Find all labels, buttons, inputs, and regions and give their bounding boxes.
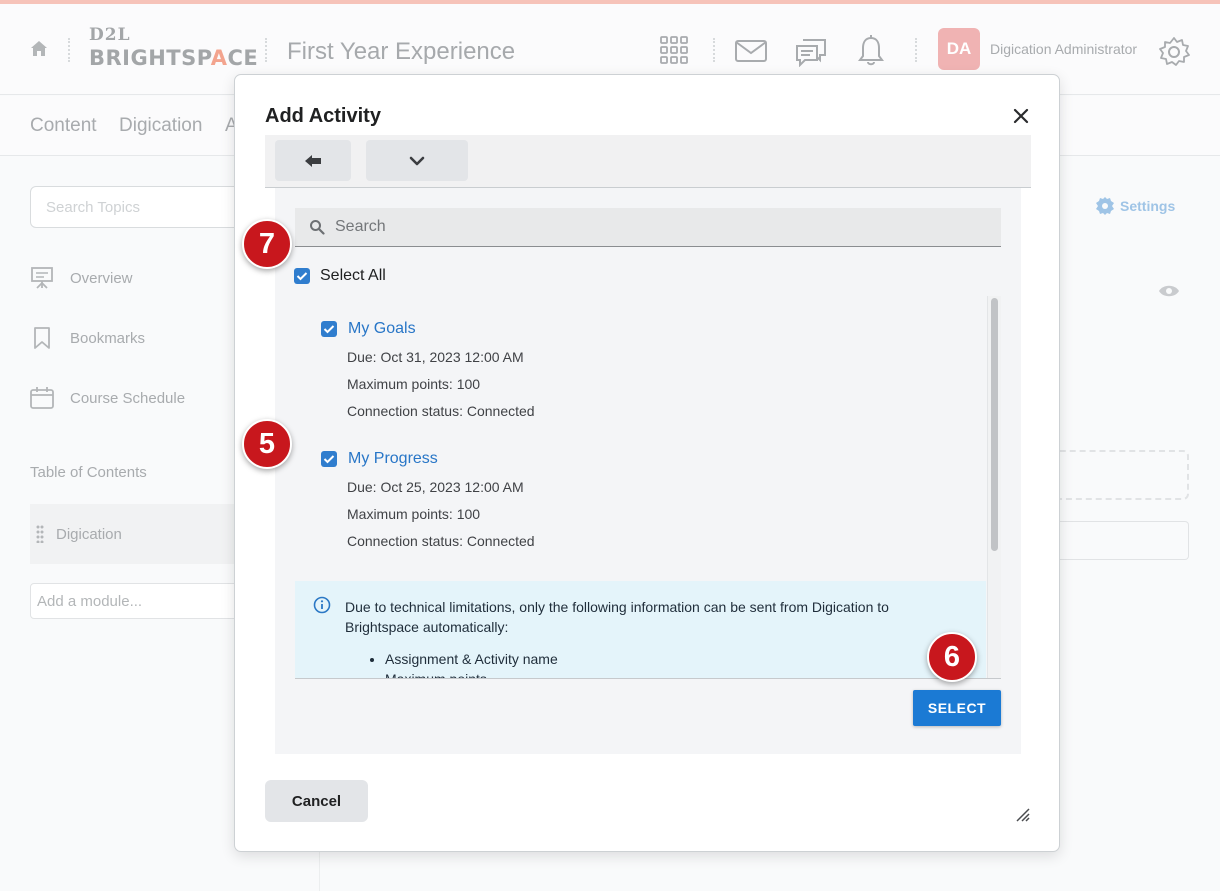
avatar[interactable]: DA: [938, 28, 980, 70]
step-badge-7: 7: [242, 219, 292, 269]
activity-max-points: Maximum points: 100: [347, 506, 481, 522]
info-text: Due to technical limitations, only the f…: [345, 599, 889, 635]
settings-label: Settings: [1120, 198, 1176, 214]
activity-checkbox[interactable]: [321, 321, 337, 337]
nav-item-content[interactable]: Content: [30, 115, 97, 137]
step-badge-5: 5: [242, 419, 292, 469]
info-notice: Due to technical limitations, only the f…: [295, 581, 986, 678]
select-all-checkbox[interactable]: Select All: [294, 267, 386, 285]
table-of-contents-label[interactable]: Table of Contents: [30, 464, 147, 481]
checkmark-icon: [323, 455, 335, 464]
back-button[interactable]: [275, 140, 351, 181]
course-title[interactable]: First Year Experience: [287, 38, 515, 66]
checkmark-icon: [323, 325, 335, 334]
logo-d2l: D2L: [89, 25, 131, 45]
sidebar-item-label: Overview: [70, 269, 133, 287]
user-name[interactable]: Digication Administrator: [990, 41, 1137, 57]
select-button[interactable]: SELECT: [913, 690, 1001, 726]
info-list: Assignment & Activity name Maximum point…: [367, 649, 558, 678]
activity-due-date: Due: Oct 25, 2023 12:00 AM: [347, 479, 524, 495]
visibility-eye-icon[interactable]: [1158, 284, 1180, 298]
activity-title-link[interactable]: My Progress: [348, 450, 438, 468]
header-divider: [713, 38, 715, 62]
notifications-bell-icon[interactable]: [858, 35, 884, 67]
step-badge-6: 6: [927, 632, 977, 682]
activity-picker-panel: Search Select All My Goals Due: Oct 31, …: [275, 188, 1021, 754]
bookmark-icon: [34, 327, 50, 349]
logo-brightspace: BRIGHTSPACE: [89, 46, 259, 70]
sidebar-item-bookmarks[interactable]: Bookmarks: [30, 326, 145, 350]
nav-item-digication[interactable]: Digication: [119, 115, 202, 137]
list-scrollbar-thumb[interactable]: [991, 298, 998, 551]
sidebar-item-label: Bookmarks: [70, 329, 146, 347]
header-divider: [265, 38, 267, 62]
activity-title-link[interactable]: My Goals: [348, 320, 416, 338]
back-arrow-icon: [305, 154, 321, 167]
discussions-icon[interactable]: [795, 37, 827, 67]
dialog-title: Add Activity: [265, 105, 381, 127]
search-icon: [310, 220, 325, 235]
search-placeholder: Search: [335, 218, 386, 235]
activity-list[interactable]: My Goals Due: Oct 31, 2023 12:00 AM Maxi…: [295, 296, 1001, 679]
gear-icon[interactable]: [1158, 36, 1190, 68]
module-name: Digication: [56, 525, 122, 543]
info-list-item: Assignment & Activity name: [385, 649, 558, 669]
header-divider: [68, 38, 70, 62]
close-icon[interactable]: [1011, 106, 1031, 126]
dropdown-button[interactable]: [366, 140, 468, 181]
activity-checkbox[interactable]: [321, 451, 337, 467]
calendar-icon: [30, 387, 54, 409]
activity-search-input[interactable]: Search: [295, 208, 1001, 247]
add-activity-dialog: Add Activity Search Select All My Goals …: [234, 74, 1060, 852]
presentation-icon: [31, 267, 53, 289]
info-icon: [313, 596, 331, 614]
waffle-grid-icon[interactable]: [660, 36, 688, 64]
home-icon[interactable]: [30, 40, 48, 58]
list-item: My Goals Due: Oct 31, 2023 12:00 AM Maxi…: [321, 320, 535, 419]
activity-max-points: Maximum points: 100: [347, 376, 481, 392]
header-divider: [915, 38, 917, 62]
resize-handle-icon[interactable]: [1016, 808, 1030, 822]
cancel-button[interactable]: Cancel: [265, 780, 368, 822]
checkmark-icon: [296, 272, 308, 281]
mail-icon[interactable]: [735, 40, 767, 62]
activity-due-date: Due: Oct 31, 2023 12:00 AM: [347, 349, 524, 365]
gear-icon: [1096, 197, 1114, 215]
brightspace-logo[interactable]: D2L BRIGHTSPACE: [89, 27, 258, 69]
settings-link[interactable]: Settings: [1096, 197, 1175, 215]
list-item: My Progress Due: Oct 25, 2023 12:00 AM M…: [321, 450, 535, 549]
select-all-label: Select All: [320, 267, 386, 284]
sidebar-item-label: Course Schedule: [70, 389, 186, 407]
sidebar-item-course-schedule[interactable]: Course Schedule: [30, 386, 185, 410]
activity-connection-status: Connection status: Connected: [347, 533, 535, 549]
drag-handle-icon[interactable]: [36, 525, 44, 543]
sidebar-item-overview[interactable]: Overview: [30, 266, 133, 290]
activity-connection-status: Connection status: Connected: [347, 403, 535, 419]
dialog-toolbar: [265, 135, 1031, 188]
checkbox-checked[interactable]: [294, 268, 310, 284]
chevron-down-icon: [409, 156, 425, 165]
info-list-item: Maximum points: [385, 669, 558, 678]
